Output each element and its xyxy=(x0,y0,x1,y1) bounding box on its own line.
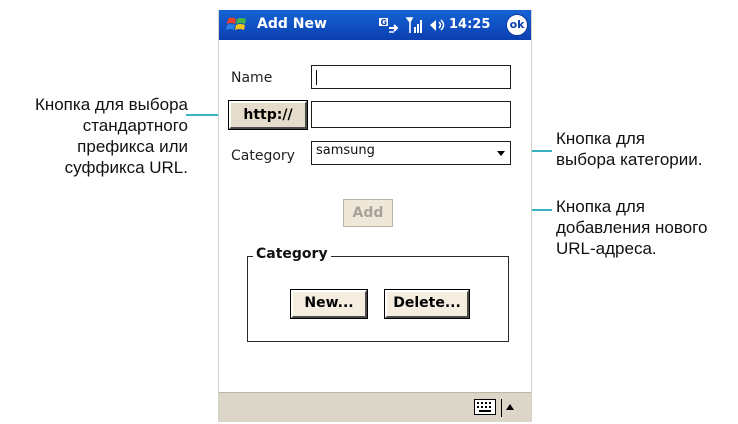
category-selected-value: samsung xyxy=(316,143,375,158)
pocketpc-screen: Add New G 14:25 ok Name http:// Category xyxy=(218,10,532,422)
menu-bar xyxy=(219,392,531,422)
callout-prefix-line-3: префикса или xyxy=(77,137,188,156)
callout-add-line-3: URL-адреса. xyxy=(556,239,657,258)
callout-prefix-line-1: Кнопка для выбора xyxy=(34,95,188,114)
callout-category-select: Кнопка для выбора категории. xyxy=(556,128,736,170)
signal-icon[interactable] xyxy=(406,16,424,35)
input-panel-arrow-icon[interactable] xyxy=(506,404,514,410)
name-input[interactable] xyxy=(311,65,511,89)
new-category-button[interactable]: New... xyxy=(290,289,368,319)
keyboard-icon[interactable] xyxy=(474,399,496,415)
callout-prefix-button: Кнопка для выбора стандартного префикса … xyxy=(8,94,188,178)
url-prefix-button[interactable]: http:// xyxy=(228,100,308,130)
category-group-legend: Category xyxy=(253,246,331,262)
callout-add-line-2: добавления нового xyxy=(556,218,708,237)
callout-add-button: Кнопка для добавления нового URL-адреса. xyxy=(556,196,736,259)
callout-category-line-2: выбора категории. xyxy=(556,150,703,169)
text-caret xyxy=(316,70,317,85)
sync-icon[interactable]: G xyxy=(378,17,402,34)
category-groupbox xyxy=(247,256,509,342)
category-select[interactable]: samsung xyxy=(311,141,511,165)
callout-add-line-1: Кнопка для xyxy=(556,197,645,216)
title-bar: Add New G 14:25 ok xyxy=(219,10,531,40)
callout-prefix-line-4: суффикса URL. xyxy=(64,158,188,177)
chevron-down-icon[interactable] xyxy=(497,151,505,156)
clock[interactable]: 14:25 xyxy=(449,17,490,32)
add-button[interactable]: Add xyxy=(343,199,393,227)
callout-prefix-line-2: стандартного xyxy=(82,116,188,135)
windows-flag-icon[interactable] xyxy=(225,15,249,35)
svg-text:G: G xyxy=(381,18,388,27)
ok-button[interactable]: ok xyxy=(506,14,528,36)
app-title: Add New xyxy=(257,16,327,32)
delete-category-button[interactable]: Delete... xyxy=(384,289,470,319)
category-label: Category xyxy=(231,148,295,164)
url-input[interactable] xyxy=(311,101,511,128)
menu-divider xyxy=(501,399,502,417)
name-label: Name xyxy=(231,70,273,86)
volume-icon[interactable] xyxy=(429,18,447,33)
callout-category-line-1: Кнопка для xyxy=(556,129,645,148)
